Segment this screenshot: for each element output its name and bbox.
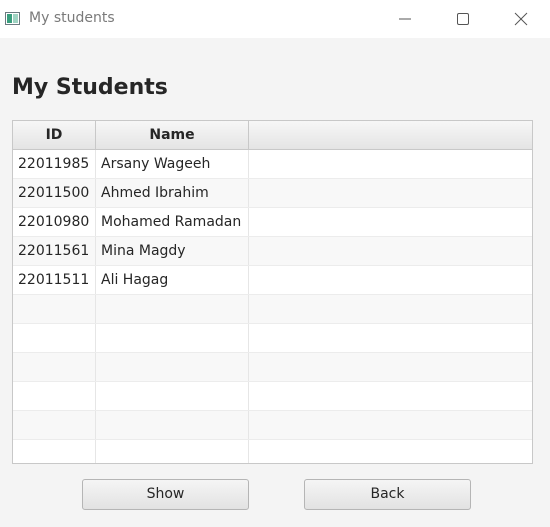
cell-filler bbox=[249, 179, 532, 207]
cell-name: Ali Hagag bbox=[96, 266, 249, 294]
table-body: 22011985 Arsany Wageeh 22011500 Ahmed Ibrah… bbox=[13, 150, 532, 463]
cell-filler bbox=[249, 411, 532, 439]
column-header-filler bbox=[249, 121, 532, 149]
close-button[interactable] bbox=[497, 0, 545, 38]
cell-name: Mina Magdy bbox=[96, 237, 249, 265]
cell-name bbox=[96, 411, 249, 439]
cell-name: Arsany Wageeh bbox=[96, 150, 249, 178]
cell-filler bbox=[249, 208, 532, 236]
cell-id bbox=[13, 353, 96, 381]
table-row[interactable]: 22011511 Ali Hagag bbox=[13, 266, 532, 295]
maximize-button[interactable] bbox=[439, 0, 487, 38]
cell-name: Mohamed Ramadan bbox=[96, 208, 249, 236]
cell-filler bbox=[249, 295, 532, 323]
cell-id: 22011985 bbox=[13, 150, 96, 178]
close-icon bbox=[514, 12, 528, 26]
title-bar[interactable]: My students bbox=[0, 0, 550, 38]
table-row[interactable] bbox=[13, 295, 532, 324]
back-button[interactable]: Back bbox=[304, 479, 471, 510]
table-header: ID Name bbox=[13, 121, 532, 150]
cell-id bbox=[13, 324, 96, 352]
cell-filler bbox=[249, 237, 532, 265]
table-row[interactable] bbox=[13, 382, 532, 411]
column-header-id[interactable]: ID bbox=[13, 121, 96, 149]
table-row[interactable]: 22011985 Arsany Wageeh bbox=[13, 150, 532, 179]
cell-filler bbox=[249, 150, 532, 178]
app-window: My students My Students ID Name 22011985… bbox=[0, 0, 550, 527]
cell-filler bbox=[249, 324, 532, 352]
table-row[interactable] bbox=[13, 440, 532, 463]
students-table[interactable]: ID Name 22011985 Arsany Wageeh 22011500 Ahm… bbox=[12, 120, 533, 464]
maximize-icon bbox=[457, 13, 469, 25]
cell-filler bbox=[249, 266, 532, 294]
cell-id: 22011500 bbox=[13, 179, 96, 207]
cell-id bbox=[13, 440, 96, 463]
table-row[interactable] bbox=[13, 353, 532, 382]
cell-name: Ahmed Ibrahim bbox=[96, 179, 249, 207]
minimize-button[interactable] bbox=[381, 0, 429, 38]
cell-id: 22010980 bbox=[13, 208, 96, 236]
page-title: My Students bbox=[12, 75, 168, 100]
cell-id: 22011561 bbox=[13, 237, 96, 265]
minimize-icon bbox=[399, 18, 411, 20]
cell-id: 22011511 bbox=[13, 266, 96, 294]
window-title: My students bbox=[29, 10, 115, 26]
table-row[interactable] bbox=[13, 411, 532, 440]
cell-id bbox=[13, 411, 96, 439]
table-row[interactable] bbox=[13, 324, 532, 353]
column-header-name[interactable]: Name bbox=[96, 121, 249, 149]
table-row[interactable]: 22011561 Mina Magdy bbox=[13, 237, 532, 266]
cell-name bbox=[96, 440, 249, 463]
table-row[interactable]: 22011500 Ahmed Ibrahim bbox=[13, 179, 532, 208]
cell-filler bbox=[249, 353, 532, 381]
cell-name bbox=[96, 353, 249, 381]
cell-name bbox=[96, 382, 249, 410]
cell-filler bbox=[249, 440, 532, 463]
cell-id bbox=[13, 295, 96, 323]
cell-name bbox=[96, 295, 249, 323]
cell-filler bbox=[249, 382, 532, 410]
app-table-icon bbox=[5, 12, 20, 25]
cell-id bbox=[13, 382, 96, 410]
table-row[interactable]: 22010980 Mohamed Ramadan bbox=[13, 208, 532, 237]
show-button[interactable]: Show bbox=[82, 479, 249, 510]
cell-name bbox=[96, 324, 249, 352]
